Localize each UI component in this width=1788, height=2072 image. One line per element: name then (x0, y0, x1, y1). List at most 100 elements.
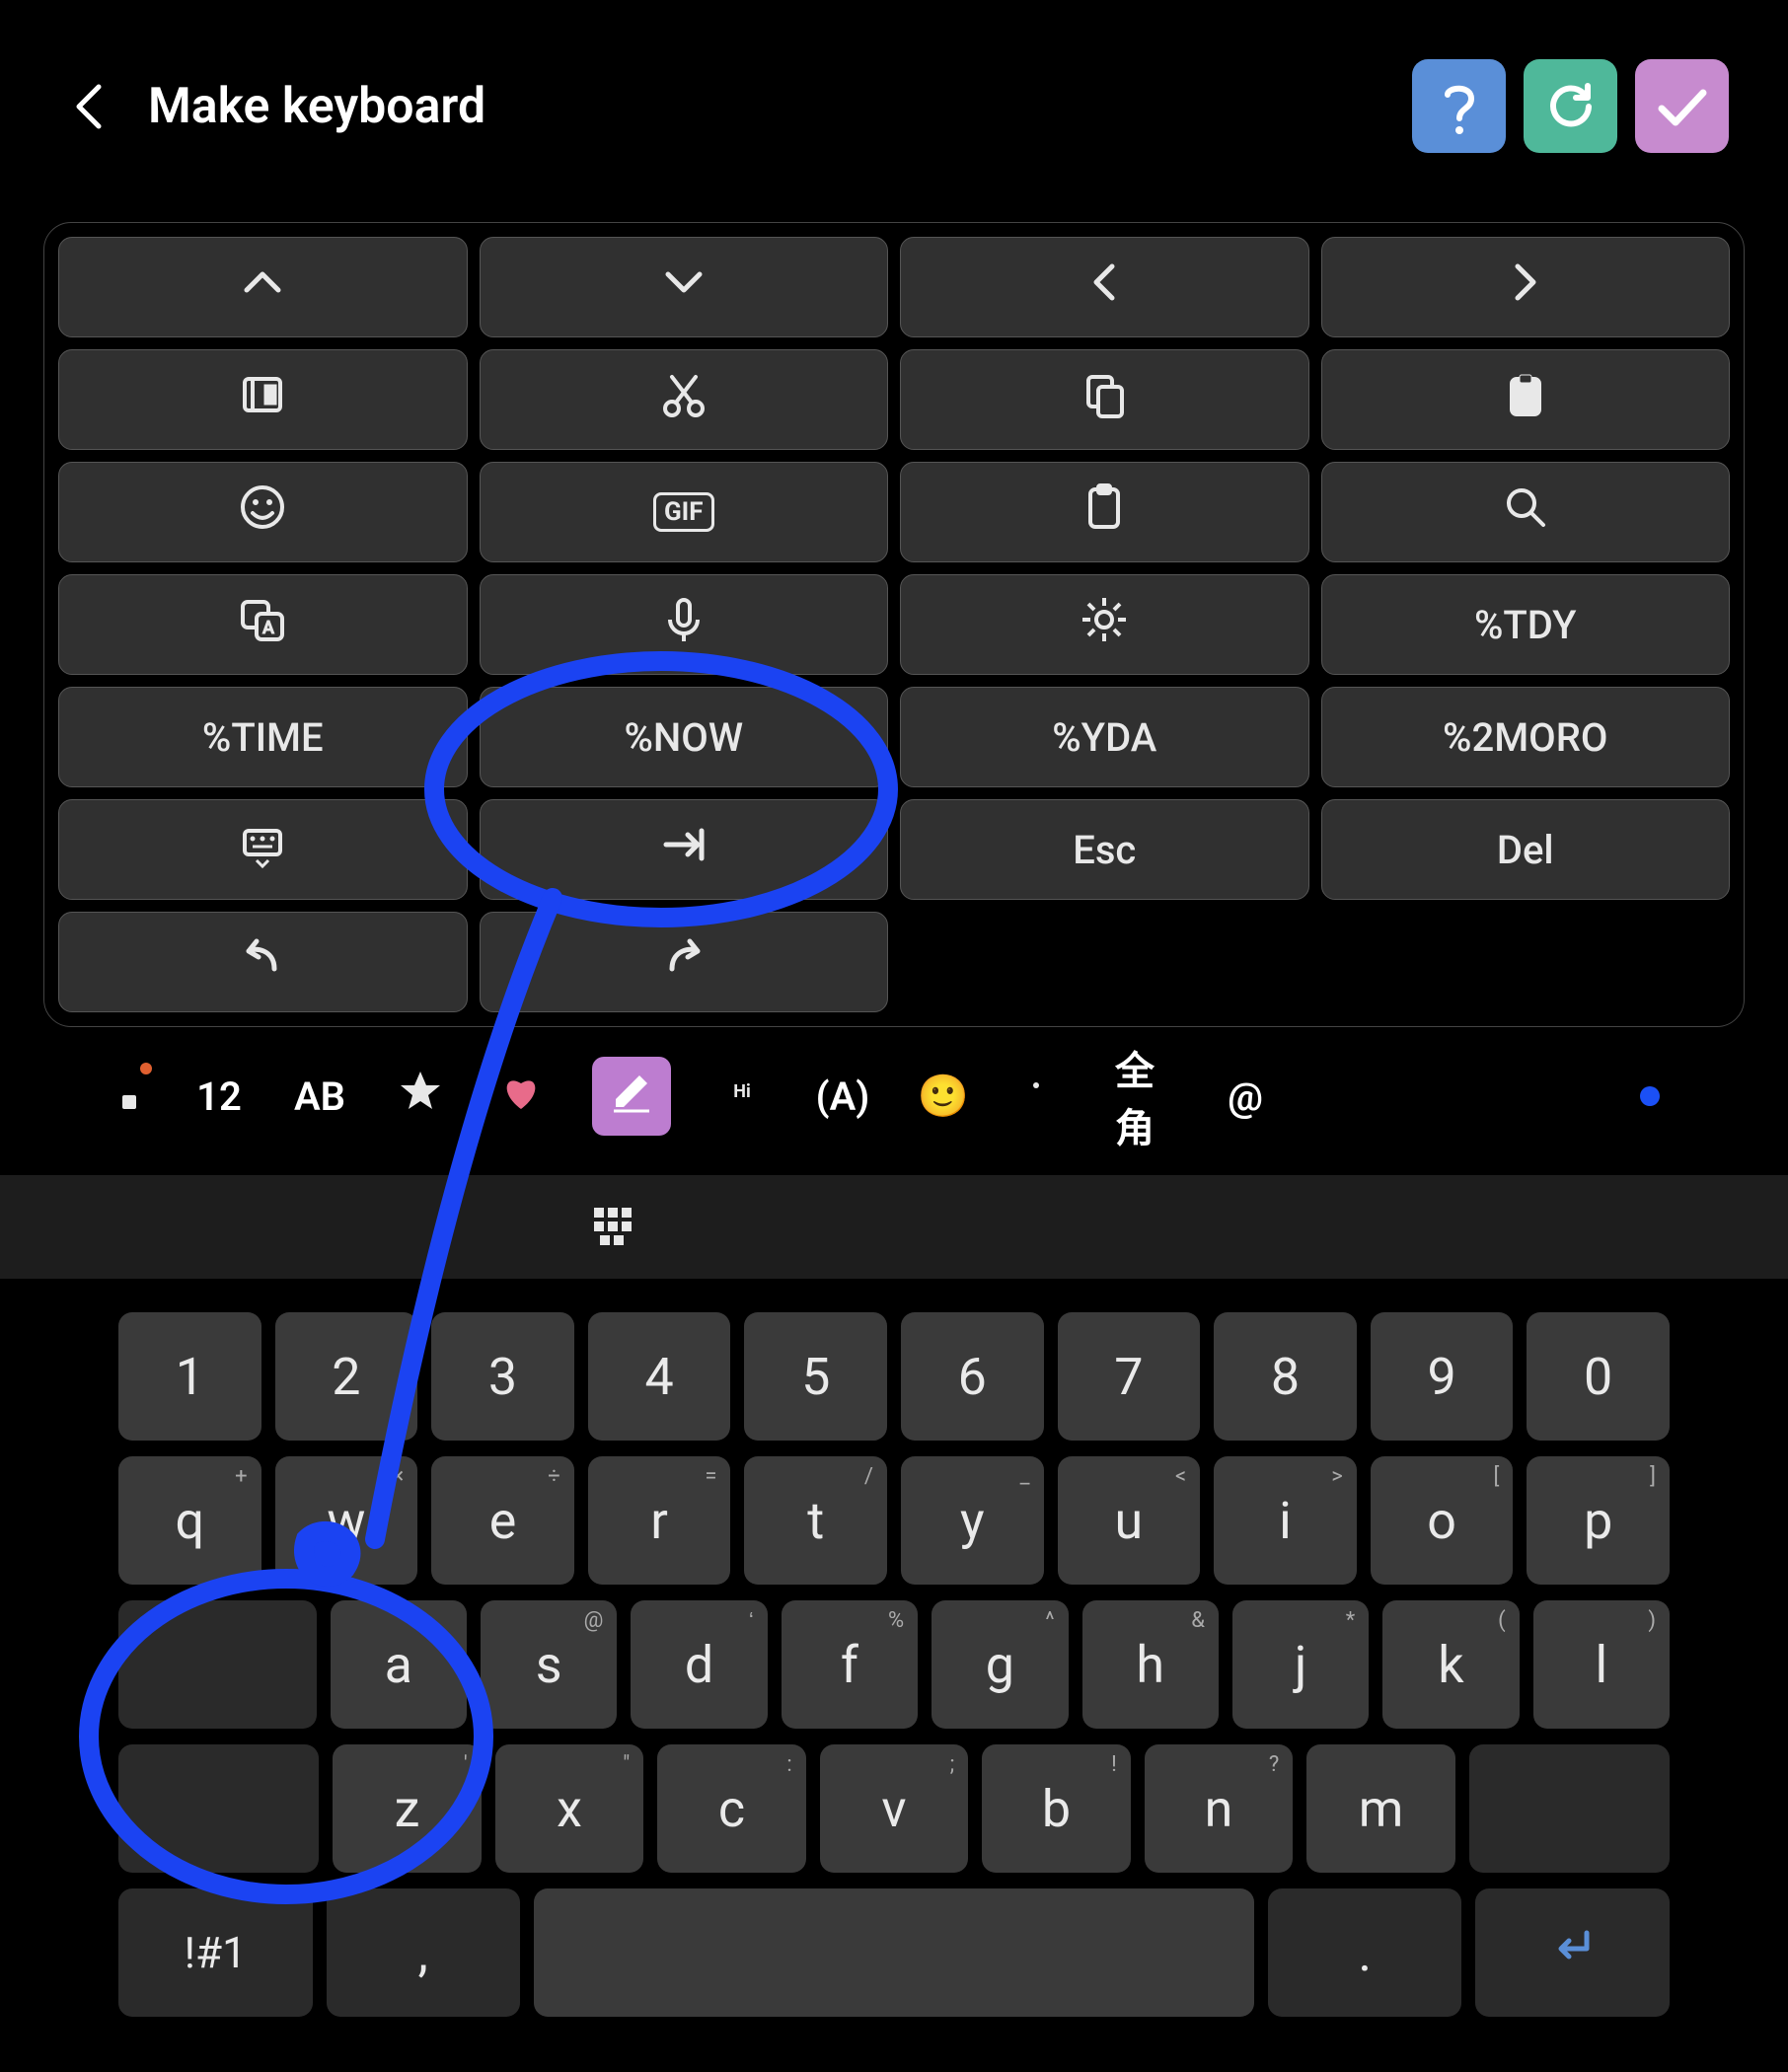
panel-key-emoji[interactable] (58, 462, 468, 562)
panel-key-cut[interactable] (480, 349, 889, 450)
panel-key-undo[interactable] (58, 912, 468, 1012)
enter-icon (1545, 1919, 1601, 1987)
panel-key-select-text[interactable] (58, 349, 468, 450)
key-5[interactable]: 5 (744, 1312, 887, 1441)
panel-key-tdy[interactable]: %TDY (1321, 574, 1731, 675)
panel-key-del[interactable]: Del (1321, 799, 1731, 900)
key-comma[interactable]: , (327, 1888, 521, 2017)
key-3[interactable]: 3 (431, 1312, 574, 1441)
confirm-button[interactable] (1635, 59, 1729, 153)
toolbar-edit[interactable] (592, 1057, 671, 1136)
panel-key-copy[interactable] (900, 349, 1309, 450)
key-z[interactable]: 'z (333, 1744, 482, 1873)
key-period[interactable]: . (1268, 1888, 1462, 2017)
key-q[interactable]: +q (118, 1456, 261, 1585)
key-tab[interactable] (118, 1600, 317, 1729)
arrow-up-icon (235, 255, 290, 320)
key-backspace[interactable] (1469, 1744, 1670, 1873)
panel-key-yda[interactable]: %YDA (900, 687, 1309, 787)
help-button[interactable] (1412, 59, 1506, 153)
kb-action-grid[interactable] (582, 1198, 641, 1257)
key-a[interactable]: a (331, 1600, 467, 1729)
panel-key-now[interactable]: %NOW (480, 687, 889, 787)
key-x[interactable]: "x (495, 1744, 644, 1873)
key-4[interactable]: 4 (588, 1312, 731, 1441)
key-g[interactable]: ^g (931, 1600, 1068, 1729)
copy-icon (1077, 367, 1132, 432)
key-9[interactable]: 9 (1371, 1312, 1514, 1441)
panel-key-esc[interactable]: Esc (900, 799, 1309, 900)
panel-key-clipboard[interactable] (900, 462, 1309, 562)
toolbar-image[interactable] (1014, 1067, 1074, 1126)
toolbar-at[interactable]: @ (1216, 1067, 1275, 1126)
key-b[interactable]: !b (982, 1744, 1131, 1873)
space-icon (866, 1919, 922, 1987)
key-i[interactable]: >i (1214, 1456, 1357, 1585)
key-m[interactable]: m (1306, 1744, 1455, 1873)
key-e[interactable]: ÷e (431, 1456, 574, 1585)
panel-key-search[interactable] (1321, 462, 1731, 562)
key-s[interactable]: @s (481, 1600, 617, 1729)
key-7[interactable]: 7 (1058, 1312, 1201, 1441)
key-shift[interactable] (118, 1744, 319, 1873)
key-2[interactable]: 2 (275, 1312, 418, 1441)
apps-icon (91, 1064, 146, 1129)
key-l[interactable]: )l (1533, 1600, 1670, 1729)
toolbar-hi[interactable]: Hi (712, 1067, 772, 1126)
panel-key-keyboard-mode[interactable] (58, 799, 468, 900)
key-1[interactable]: 1 (118, 1312, 261, 1441)
panel-key-arrow-up[interactable] (58, 237, 468, 337)
panel-key-tab[interactable] (480, 799, 889, 900)
toolbar-heart[interactable] (491, 1067, 551, 1126)
panel-key-translate[interactable]: A (58, 574, 468, 675)
toolbar-case[interactable]: AB (290, 1067, 349, 1126)
arrow-right-icon (1498, 255, 1553, 320)
tab-icon (189, 1631, 245, 1699)
key-c[interactable]: :c (657, 1744, 806, 1873)
toolbar-paren[interactable]: (A) (813, 1067, 872, 1126)
kb-action-sync[interactable] (476, 1198, 535, 1257)
key-o[interactable]: [o (1371, 1456, 1514, 1585)
key-r[interactable]: =r (588, 1456, 731, 1585)
panel-key-settings[interactable] (900, 574, 1309, 675)
key-d[interactable]: ʻd (631, 1600, 767, 1729)
key-n[interactable]: ?n (1145, 1744, 1294, 1873)
key-p[interactable]: ]p (1527, 1456, 1670, 1585)
panel-key-arrow-right[interactable] (1321, 237, 1731, 337)
key-mode[interactable]: !#1 (118, 1888, 313, 2017)
backspace-icon (1541, 1775, 1597, 1843)
panel-key-arrow-down[interactable] (480, 237, 889, 337)
panel-key-paste[interactable] (1321, 349, 1731, 450)
refresh-button[interactable] (1524, 59, 1617, 153)
kb-action-undo[interactable] (49, 1198, 109, 1257)
kb-action-redo (156, 1198, 215, 1257)
panel-key-time[interactable]: %TIME (58, 687, 468, 787)
toolbar-star[interactable] (391, 1067, 450, 1126)
toolbar-fullwidth[interactable]: 全角 (1115, 1067, 1174, 1126)
key-w[interactable]: ×w (275, 1456, 418, 1585)
key-j[interactable]: *j (1232, 1600, 1369, 1729)
panel-key-gif[interactable]: GIF (480, 462, 889, 562)
star-icon (393, 1064, 448, 1129)
panel-key-2moro[interactable]: %2MORO (1321, 687, 1731, 787)
key-v[interactable]: ;v (820, 1744, 969, 1873)
key-t[interactable]: /t (744, 1456, 887, 1585)
panel-key-arrow-left[interactable] (900, 237, 1309, 337)
key-u[interactable]: <u (1058, 1456, 1201, 1585)
key-h[interactable]: &h (1082, 1600, 1219, 1729)
panel-key-redo[interactable] (480, 912, 889, 1012)
back-button[interactable] (59, 77, 118, 136)
toolbar-smiley[interactable]: 🙂 (914, 1067, 973, 1126)
panel-key-voice[interactable] (480, 574, 889, 675)
key-y[interactable]: _y (901, 1456, 1044, 1585)
key-8[interactable]: 8 (1214, 1312, 1357, 1441)
key-k[interactable]: (k (1382, 1600, 1519, 1729)
key-f[interactable]: %f (782, 1600, 918, 1729)
toolbar-size[interactable]: 12 (189, 1067, 249, 1126)
key-space[interactable] (534, 1888, 1254, 2017)
key-0[interactable]: 0 (1527, 1312, 1670, 1441)
key-enter[interactable] (1475, 1888, 1670, 2017)
key-6[interactable]: 6 (901, 1312, 1044, 1441)
hi-icon: Hi (714, 1064, 770, 1129)
toolbar-apps[interactable] (89, 1067, 148, 1126)
